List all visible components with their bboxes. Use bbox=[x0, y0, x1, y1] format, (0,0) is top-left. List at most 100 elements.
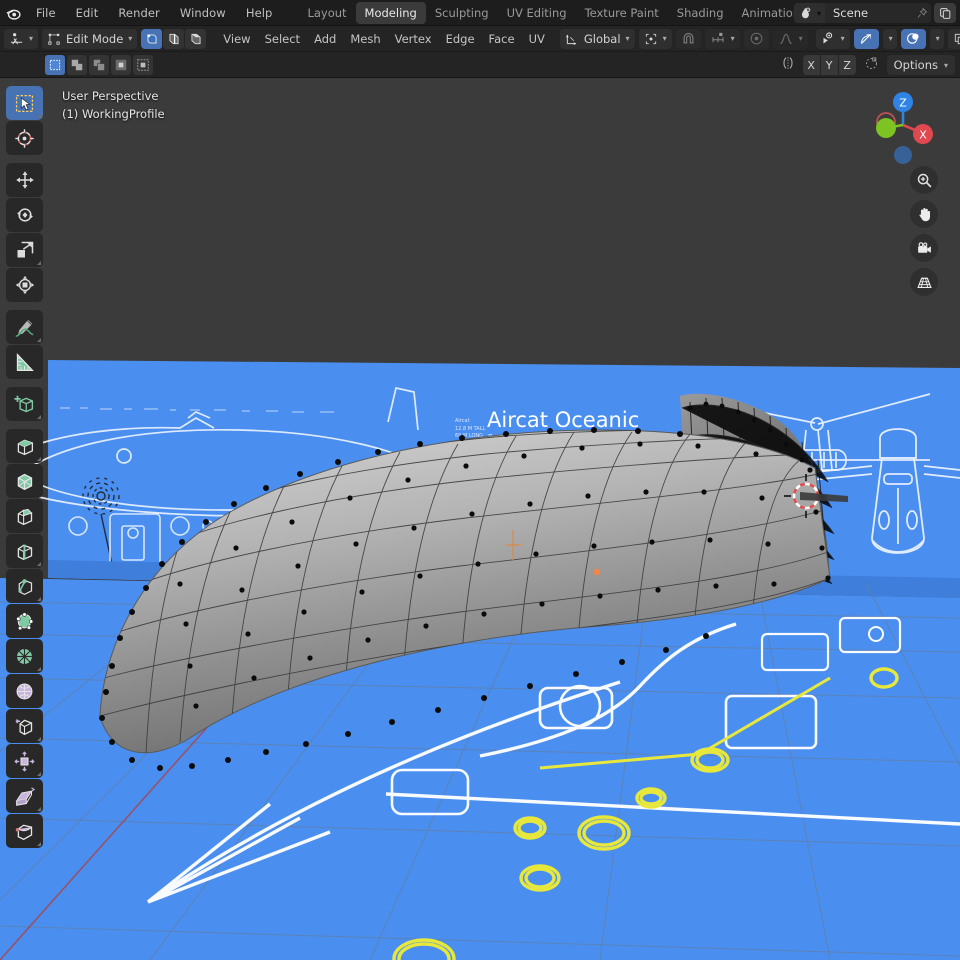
extrude-region-tool-button[interactable] bbox=[6, 429, 43, 463]
new-scene-icon[interactable] bbox=[934, 3, 956, 23]
select-subtract-button[interactable] bbox=[89, 54, 109, 75]
gizmo-options-selector[interactable]: ▾ bbox=[882, 28, 897, 49]
select-invert-button[interactable] bbox=[111, 54, 131, 75]
scale-tool-button[interactable] bbox=[6, 233, 43, 267]
select-set-button[interactable] bbox=[45, 54, 65, 75]
toggle-ortho-button[interactable] bbox=[910, 268, 938, 296]
scene-browse-icon[interactable]: ▾ bbox=[793, 3, 825, 23]
inset-faces-icon bbox=[17, 473, 33, 490]
menu-render[interactable]: Render bbox=[108, 3, 170, 23]
svg-text:12.8 M TALL: 12.8 M TALL bbox=[455, 426, 485, 432]
edge-select-mode-button[interactable] bbox=[163, 28, 185, 49]
cursor-arrow-icon bbox=[15, 94, 34, 112]
inset-faces-tool-button[interactable] bbox=[6, 464, 43, 498]
shear-tool-button[interactable] bbox=[6, 779, 43, 813]
viewport-header: ▾ Edit Mode ▾ View Select Add Mesh Verte… bbox=[0, 26, 960, 52]
camera-view-button[interactable] bbox=[910, 234, 938, 262]
menu-add[interactable]: Add bbox=[307, 29, 343, 49]
workspace-tab-texture-paint[interactable]: Texture Paint bbox=[576, 2, 668, 24]
menu-edge[interactable]: Edge bbox=[439, 29, 482, 49]
zoom-view-button[interactable] bbox=[910, 166, 938, 194]
mirror-axis-y[interactable]: Y bbox=[820, 55, 838, 75]
chevron-down-icon: ▾ bbox=[662, 34, 667, 43]
workspace-tab-shading[interactable]: Shading bbox=[668, 2, 733, 24]
select-extend-button[interactable] bbox=[67, 54, 87, 75]
workspace-tab-uv-editing[interactable]: UV Editing bbox=[498, 2, 576, 24]
orientation-icon bbox=[565, 34, 576, 45]
poly-build-tool-button[interactable] bbox=[6, 604, 43, 638]
mirror-topology-icon[interactable] bbox=[859, 56, 884, 75]
menu-vertex[interactable]: Vertex bbox=[388, 29, 439, 49]
menu-file[interactable]: File bbox=[26, 3, 66, 23]
proportional-falloff-selector[interactable]: ▾ bbox=[772, 28, 808, 49]
knife-tool-button[interactable] bbox=[6, 569, 43, 603]
transform-orientation-selector[interactable]: Global ▾ bbox=[559, 28, 635, 49]
editor-type-icon[interactable]: ▾ bbox=[4, 28, 39, 49]
add-cube-tool-button[interactable] bbox=[6, 387, 43, 421]
menu-uv[interactable]: UV bbox=[522, 29, 552, 49]
workspace-tab-sculpting[interactable]: Sculpting bbox=[426, 2, 498, 24]
scale-icon bbox=[17, 241, 33, 258]
measure-tool-button[interactable] bbox=[6, 345, 43, 379]
pencil-icon bbox=[15, 318, 34, 337]
rip-region-tool-button[interactable] bbox=[6, 814, 43, 848]
mirror-axis-x[interactable]: X bbox=[802, 55, 820, 75]
mirror-icon[interactable] bbox=[776, 55, 800, 75]
menu-window[interactable]: Window bbox=[170, 3, 236, 23]
scene-name-field[interactable]: Scene bbox=[825, 3, 913, 23]
annotate-tool-button[interactable] bbox=[6, 310, 43, 344]
bevel-tool-button[interactable] bbox=[6, 499, 43, 533]
transform-tool-button[interactable] bbox=[6, 268, 43, 302]
workspace-tab-modeling[interactable]: Modeling bbox=[355, 1, 426, 24]
xray-icon bbox=[954, 33, 960, 44]
magnet-icon bbox=[683, 32, 694, 44]
pin-icon[interactable] bbox=[913, 4, 931, 23]
navigation-gizmo[interactable]: Z X bbox=[864, 86, 942, 164]
menu-help[interactable]: Help bbox=[236, 3, 283, 23]
tweak-tool-button[interactable] bbox=[6, 86, 43, 120]
chevron-down-icon: ▾ bbox=[625, 34, 630, 43]
snap-to-selector[interactable]: ▾ bbox=[704, 28, 740, 49]
menu-mesh[interactable]: Mesh bbox=[343, 29, 387, 49]
cursor-tool-button[interactable] bbox=[6, 121, 43, 155]
move-tool-button[interactable] bbox=[6, 163, 43, 197]
select-inside-button[interactable] bbox=[133, 54, 153, 75]
overlays-options-selector[interactable]: ▾ bbox=[929, 28, 944, 49]
workspace-tab-layout[interactable]: Layout bbox=[298, 2, 355, 24]
menu-view[interactable]: View bbox=[216, 29, 257, 49]
pan-view-button[interactable] bbox=[910, 200, 938, 228]
3d-cursor-icon bbox=[15, 128, 34, 148]
xray-toggle[interactable] bbox=[947, 28, 960, 49]
pivot-point-selector[interactable]: ▾ bbox=[638, 28, 672, 49]
proportional-icon bbox=[750, 32, 762, 45]
3d-viewport[interactable]: Aircat Oceanic Part of the "Amazing Aero… bbox=[0, 78, 960, 960]
menu-face[interactable]: Face bbox=[482, 29, 522, 49]
blender-logo-icon[interactable] bbox=[0, 0, 26, 26]
tweak-box-icon bbox=[49, 59, 61, 70]
vertex-select-mode-button[interactable] bbox=[141, 28, 163, 49]
rotate-tool-button[interactable] bbox=[6, 198, 43, 232]
face-select-mode-button[interactable] bbox=[185, 28, 207, 49]
spin-tool-button[interactable] bbox=[6, 639, 43, 673]
snap-toggle[interactable] bbox=[675, 28, 701, 49]
gizmo-toggle[interactable] bbox=[853, 28, 879, 49]
scene-selector[interactable]: ▾ Scene bbox=[793, 3, 931, 23]
overlays-toggle[interactable] bbox=[900, 28, 926, 49]
menu-select[interactable]: Select bbox=[258, 29, 307, 49]
edge-slide-tool-button[interactable] bbox=[6, 709, 43, 743]
scene-controls: ▾ Scene bbox=[793, 2, 956, 24]
proportional-editing-toggle[interactable] bbox=[743, 28, 769, 49]
visibility-selector[interactable]: ▾ bbox=[815, 28, 850, 49]
top-bar: File Edit Render Window Help Layout Mode… bbox=[0, 0, 960, 26]
shrink-fatten-tool-button[interactable] bbox=[6, 744, 43, 778]
top-menu-bar: File Edit Render Window Help bbox=[26, 3, 282, 23]
menu-edit[interactable]: Edit bbox=[66, 3, 109, 23]
mirror-axis-z[interactable]: Z bbox=[838, 55, 856, 75]
options-dropdown[interactable]: Options ▾ bbox=[886, 55, 955, 75]
loop-cut-tool-button[interactable] bbox=[6, 534, 43, 568]
mode-selector[interactable]: Edit Mode ▾ bbox=[42, 28, 138, 49]
ruler-icon bbox=[16, 352, 34, 371]
smooth-tool-button[interactable] bbox=[6, 674, 43, 708]
bevel-icon bbox=[17, 508, 33, 525]
loop-cut-icon bbox=[17, 544, 33, 560]
